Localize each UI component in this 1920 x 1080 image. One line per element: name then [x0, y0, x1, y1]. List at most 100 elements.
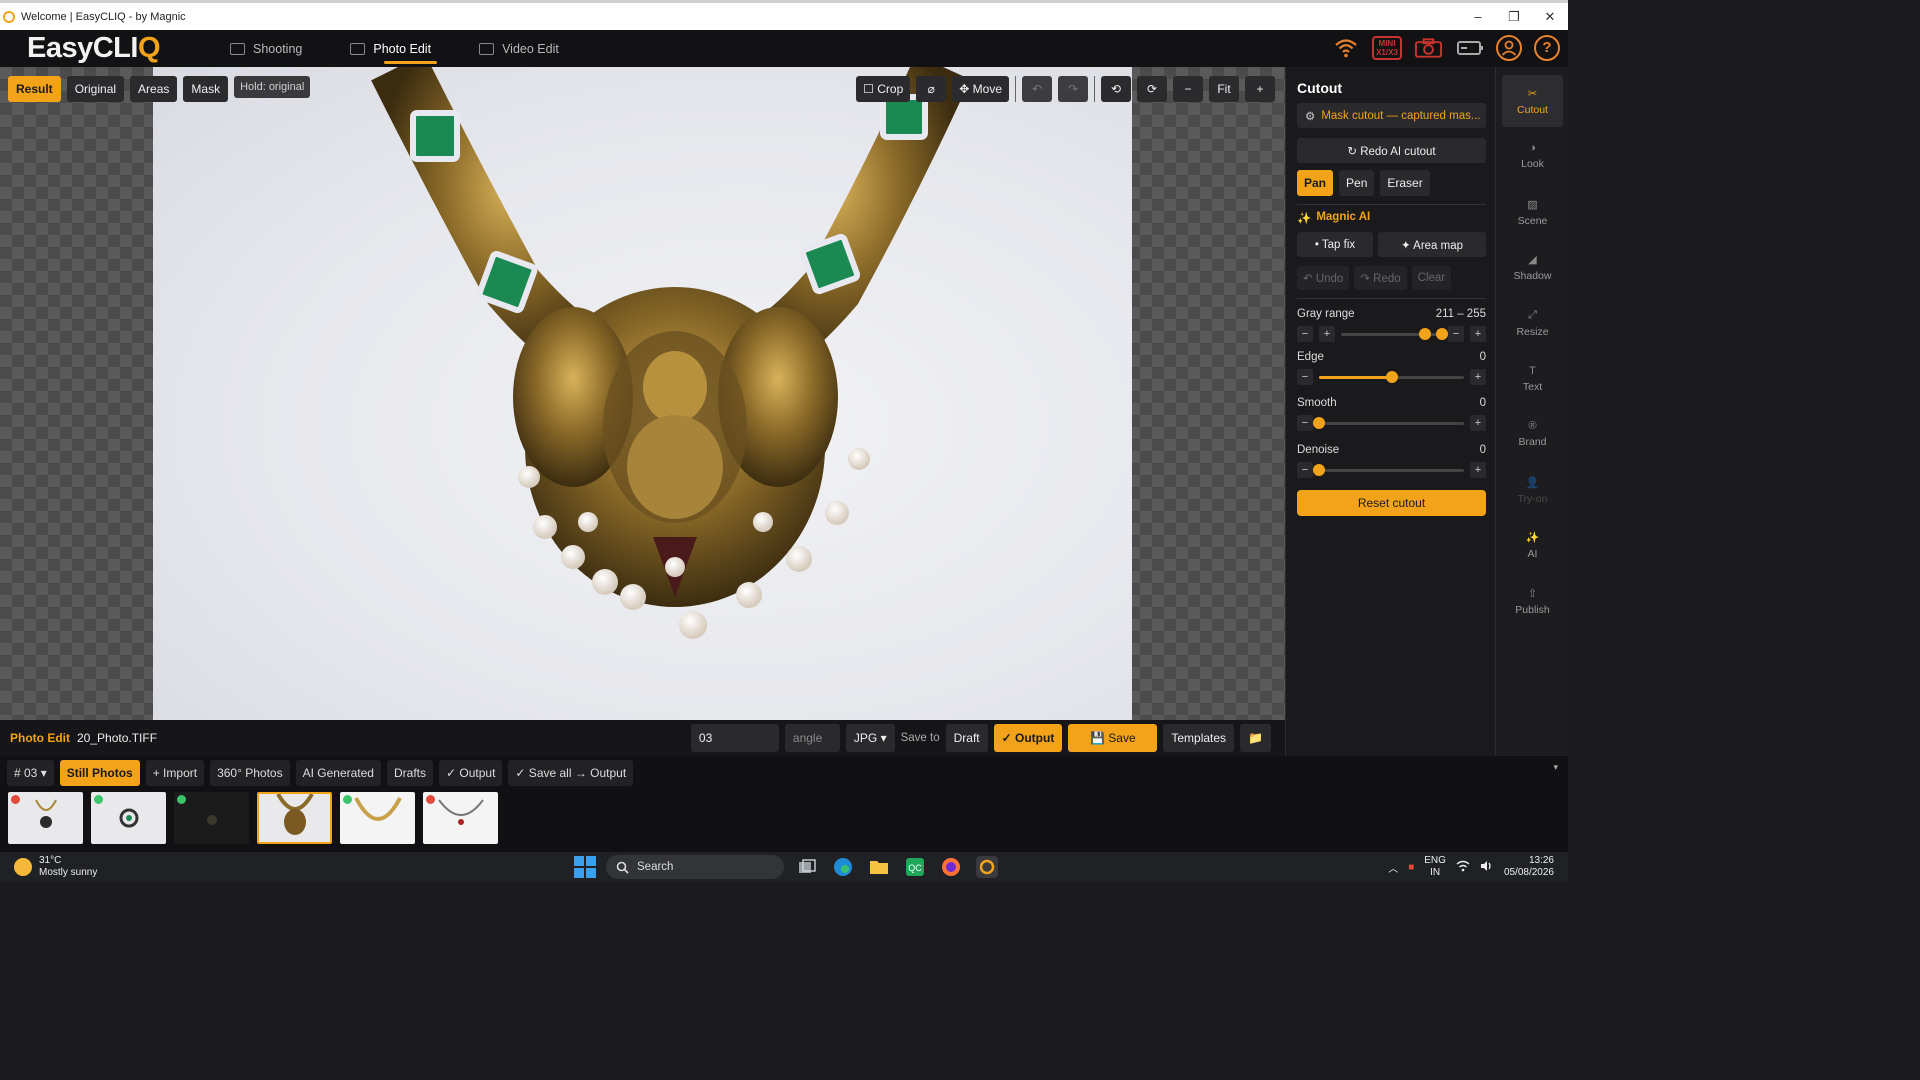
task-view-icon[interactable] [794, 854, 820, 880]
edge-track[interactable] [1319, 370, 1464, 383]
thumbnail[interactable] [174, 792, 249, 844]
mode-eraser-button[interactable]: Eraser [1380, 170, 1430, 196]
file-explorer-icon[interactable] [866, 854, 892, 880]
qc-app-icon[interactable]: QC [902, 854, 928, 880]
view-result-button[interactable]: Result [8, 76, 61, 102]
angle-input[interactable]: angle [784, 724, 840, 752]
chevron-down-icon[interactable]: ▾ [1553, 762, 1558, 773]
smooth-handle[interactable] [1313, 416, 1325, 429]
edge-minus-button[interactable]: − [1297, 369, 1313, 385]
rotate-right-button[interactable]: ⟳ [1137, 76, 1167, 102]
view-mask-button[interactable]: Mask [183, 76, 229, 102]
wifi-tray-icon[interactable] [1456, 860, 1470, 875]
tab-360-photos[interactable]: 360° Photos [210, 760, 290, 786]
gray-range-high-handle[interactable] [1436, 327, 1448, 340]
smooth-plus-button[interactable]: + [1470, 415, 1486, 431]
windows-start-icon[interactable] [574, 856, 596, 878]
cutout-undo-button[interactable]: ↶ Undo [1297, 266, 1350, 290]
mask-status[interactable]: ⚙ Mask cutout — captured mas... [1297, 103, 1486, 128]
smooth-minus-button[interactable]: − [1297, 415, 1313, 431]
camera-icon[interactable] [1414, 33, 1443, 62]
rotate-left-button[interactable]: ⟲ [1101, 76, 1131, 102]
templates-button[interactable]: Templates [1163, 724, 1235, 752]
view-areas-button[interactable]: Areas [130, 76, 178, 102]
camera-model-badge[interactable]: MINI X1/X3 [1372, 35, 1402, 60]
thumbnail[interactable] [91, 792, 166, 844]
rail-ai[interactable]: ✨ AI [1502, 519, 1563, 571]
folder-button[interactable]: 📁 [1240, 724, 1271, 752]
weather-widget[interactable]: 31°C Mostly sunny [14, 855, 97, 879]
draft-button[interactable]: Draft [945, 724, 988, 752]
zoom-out-button[interactable]: − [1173, 76, 1203, 102]
rail-brand[interactable]: ® Brand [1502, 408, 1563, 460]
tap-fix-button[interactable]: • Tap fix [1297, 232, 1373, 257]
mode-pen-button[interactable]: Pen [1339, 170, 1375, 196]
gray-high-minus-button[interactable]: − [1448, 326, 1464, 342]
gray-low-plus-button[interactable]: + [1319, 326, 1335, 342]
account-icon[interactable] [1496, 34, 1522, 61]
gray-range-low-handle[interactable] [1418, 327, 1431, 340]
gray-high-plus-button[interactable]: + [1470, 326, 1486, 342]
firefox-icon[interactable] [938, 854, 964, 880]
thumbnail[interactable] [423, 792, 498, 844]
wifi-icon[interactable] [1331, 33, 1360, 62]
volume-icon[interactable] [1480, 860, 1494, 875]
rail-publish[interactable]: ⇧ Publish [1502, 575, 1563, 627]
easycliq-app-icon[interactable] [974, 854, 1000, 880]
reset-cutout-button[interactable]: Reset cutout [1297, 490, 1486, 516]
help-button[interactable]: ? [1534, 34, 1560, 61]
denoise-handle[interactable] [1313, 463, 1325, 476]
zoom-in-button[interactable]: + [1245, 76, 1275, 102]
rail-look[interactable]: ◑ Look [1502, 130, 1563, 182]
redo-ai-cutout-button[interactable]: ↻ Redo AI cutout [1297, 138, 1486, 163]
nav-shooting[interactable]: Shooting [230, 30, 302, 67]
format-select[interactable]: JPG ▾ [845, 724, 895, 752]
image-canvas[interactable]: Result Original Areas Mask Hold: origina… [0, 67, 1285, 720]
lasso-button[interactable]: ⌀ [916, 76, 947, 102]
redo-button[interactable]: ↷ [1058, 76, 1088, 102]
tab-drafts[interactable]: Drafts [386, 760, 433, 786]
chevron-up-icon[interactable]: ︿ [1388, 860, 1398, 875]
denoise-minus-button[interactable]: − [1297, 462, 1313, 478]
tab-ai-generated[interactable]: AI Generated [295, 760, 381, 786]
edge-browser-icon[interactable] [830, 854, 856, 880]
gray-low-minus-button[interactable]: − [1297, 326, 1313, 342]
output-button[interactable]: ✓ Output [993, 724, 1063, 752]
tab-still-photos[interactable]: Still Photos [59, 760, 140, 786]
crop-button[interactable]: ☐ Crop [856, 76, 911, 102]
edge-plus-button[interactable]: + [1470, 369, 1486, 385]
rail-scene[interactable]: ▨ Scene [1502, 186, 1563, 238]
cutout-clear-button[interactable]: Clear [1411, 266, 1452, 290]
nav-video-edit[interactable]: Video Edit [479, 30, 559, 67]
undo-button[interactable]: ↶ [1022, 76, 1052, 102]
thumbnail[interactable] [257, 792, 332, 844]
save-button[interactable]: 💾 Save [1068, 724, 1158, 752]
rail-resize[interactable]: ⤢ Resize [1502, 297, 1563, 349]
save-all-output-button[interactable]: ✓ Save all → Output [508, 760, 634, 786]
mode-pan-button[interactable]: Pan [1297, 170, 1334, 196]
area-map-button[interactable]: ✦ Area map [1378, 232, 1486, 257]
close-button[interactable]: ✕ [1532, 3, 1568, 30]
nav-photo-edit[interactable]: Photo Edit [350, 30, 437, 67]
smooth-track[interactable] [1313, 416, 1464, 429]
edge-handle[interactable] [1385, 370, 1398, 383]
gray-range-track[interactable] [1341, 327, 1448, 340]
thumbnail[interactable] [340, 792, 415, 844]
tab-output[interactable]: ✓ Output [439, 760, 503, 786]
fit-button[interactable]: Fit [1209, 76, 1239, 102]
import-button[interactable]: + Import [145, 760, 205, 786]
denoise-track[interactable] [1313, 463, 1464, 476]
cutout-redo-button[interactable]: ↷ Redo [1354, 266, 1407, 290]
rail-text[interactable]: T Text [1502, 353, 1563, 405]
thumbnail[interactable] [8, 792, 83, 844]
tray-app-icon[interactable]: ■ [1408, 862, 1414, 873]
folder-select[interactable]: # 03 ▾ [7, 760, 54, 786]
denoise-plus-button[interactable]: + [1470, 462, 1486, 478]
number-input[interactable]: 03 [690, 724, 779, 752]
taskbar-search[interactable]: Search [606, 855, 784, 879]
rail-shadow[interactable]: ◢ Shadow [1502, 241, 1563, 293]
view-original-button[interactable]: Original [66, 76, 125, 102]
restore-button[interactable]: ❐ [1496, 3, 1532, 30]
minimize-button[interactable]: – [1460, 3, 1496, 30]
move-button[interactable]: ✥ Move [952, 76, 1009, 102]
